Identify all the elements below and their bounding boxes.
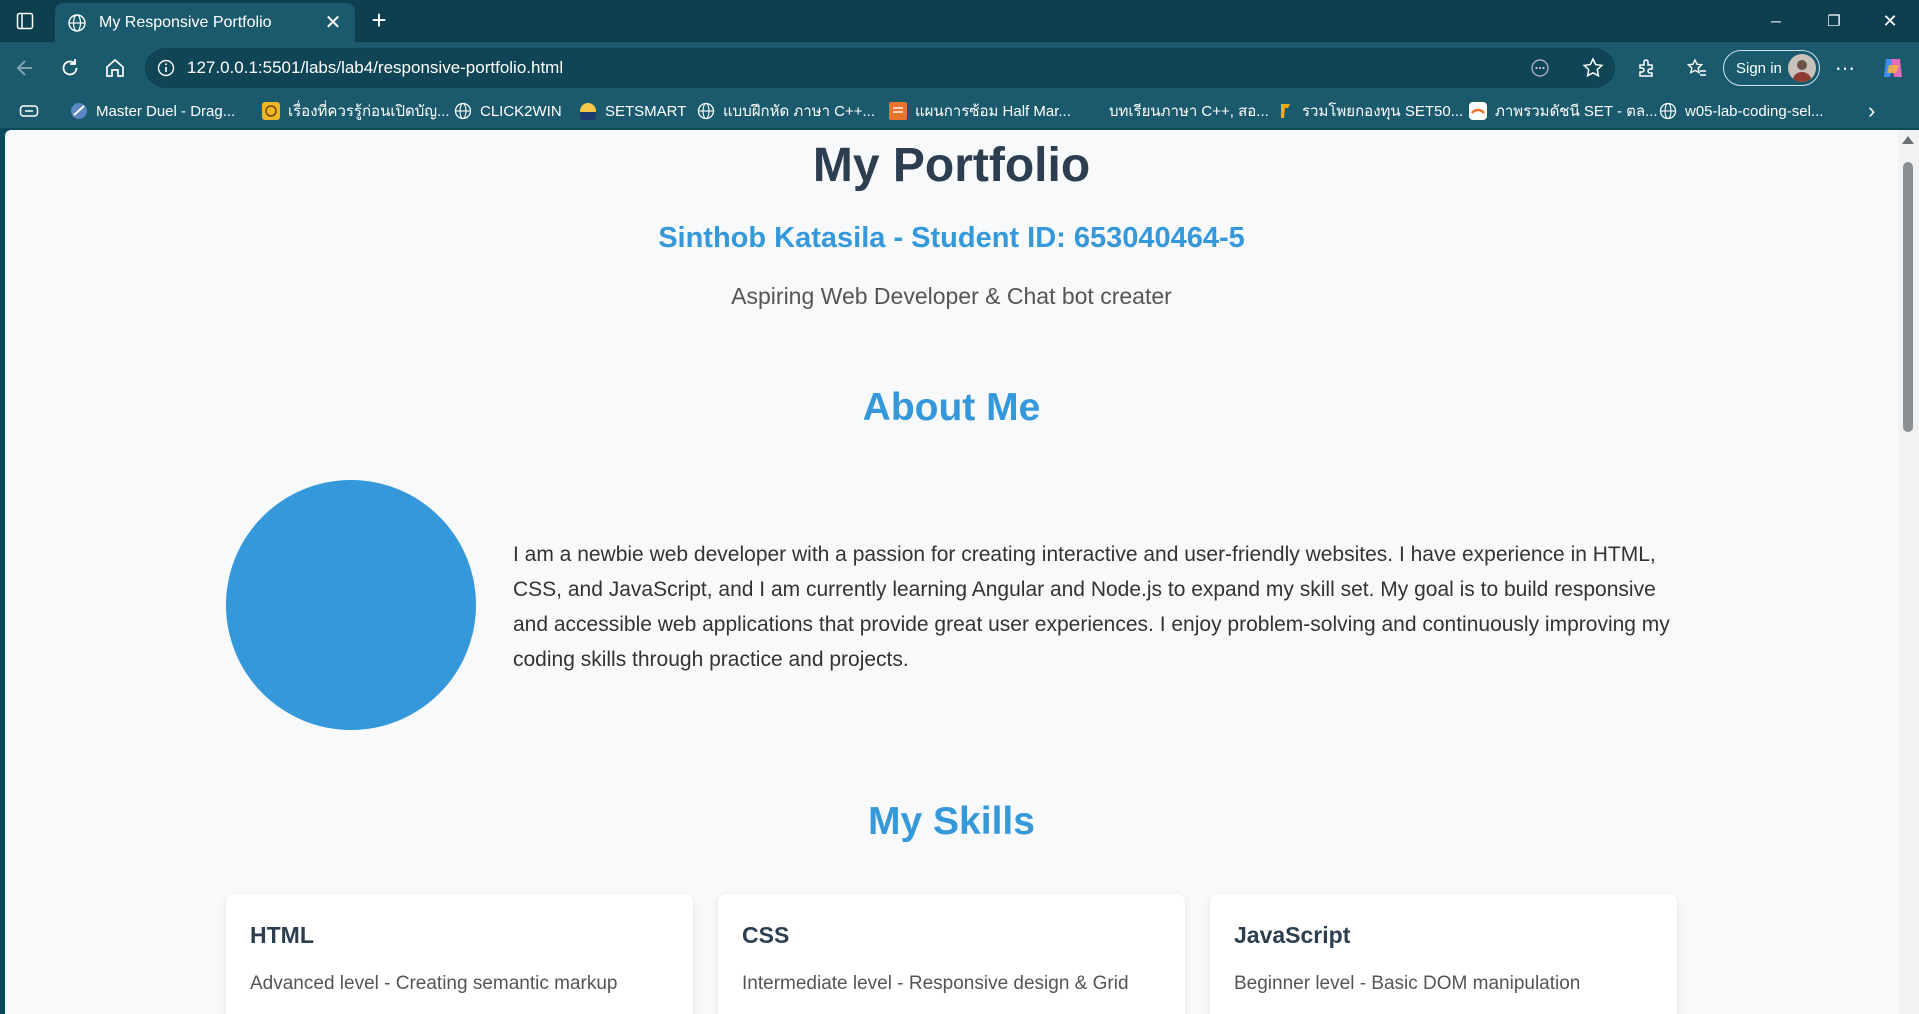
bookmarks-toggle[interactable] — [19, 100, 39, 122]
bookmark-label: Master Duel - Drag... — [96, 102, 236, 120]
bookmark-item[interactable]: แบบฝึกหัด ภาษา C++... — [697, 100, 875, 122]
bookmark-label: เรื่องที่ควรรู้ก่อนเปิดบัญ... — [288, 103, 450, 120]
bookmark-item[interactable]: ภาพรวมดัชนี SET - ตล... — [1469, 100, 1658, 122]
sign-in-button[interactable]: Sign in — [1723, 50, 1820, 86]
globe-icon — [697, 102, 715, 120]
bookmark-item[interactable]: SETSMART — [579, 100, 686, 122]
skill-description: Intermediate level - Responsive design &… — [742, 973, 1129, 994]
plan-icon — [889, 102, 907, 120]
bookmark-item[interactable]: เรื่องที่ควรรู้ก่อนเปิดบัญ... — [262, 100, 450, 122]
refresh-button[interactable] — [55, 54, 85, 82]
more-menu-button[interactable]: ⋯ — [1830, 54, 1860, 82]
avatar — [1788, 54, 1816, 82]
close-window-button[interactable]: ✕ — [1861, 0, 1919, 42]
game-icon — [70, 102, 88, 120]
scroll-up-arrow-icon[interactable] — [1902, 136, 1914, 144]
new-tab-button[interactable]: + — [365, 7, 393, 34]
home-button[interactable] — [100, 54, 130, 82]
url-text: 127.0.0.1:5501/labs/lab4/responsive-port… — [187, 58, 564, 77]
back-button[interactable] — [10, 54, 40, 82]
tab-actions-icon — [16, 12, 34, 30]
address-bar: 127.0.0.1:5501/labs/lab4/responsive-port… — [0, 42, 1919, 94]
about-text: I am a newbie web developer with a passi… — [513, 543, 1670, 671]
globe-icon — [454, 102, 472, 120]
favorites-button[interactable] — [1682, 54, 1712, 82]
bookmarks-bar: Master Duel - Drag... เรื่องที่ควรรู้ก่อ… — [0, 94, 1919, 128]
skill-name: JavaScript — [1234, 922, 1351, 948]
globe-icon — [68, 13, 86, 32]
profile-image — [226, 480, 476, 730]
address-input[interactable]: 127.0.0.1:5501/labs/lab4/responsive-port… — [145, 48, 1615, 88]
bookmark-item[interactable]: แผนการซ้อม Half Mar... — [889, 100, 1071, 122]
minimize-button[interactable]: ─ — [1747, 0, 1805, 42]
page-title: My Portfolio — [812, 139, 1091, 192]
bookmark-label: SETSMART — [605, 102, 687, 120]
refresh-icon — [62, 59, 78, 76]
star-icon[interactable] — [1582, 57, 1604, 79]
skill-description: Advanced level - Creating semantic marku… — [250, 973, 618, 994]
page-scrollbar[interactable] — [1898, 130, 1919, 1014]
bookmark-label: บทเรียนภาษา C++, สอ... — [1109, 103, 1269, 120]
scroll-thumb[interactable] — [1903, 162, 1913, 432]
minimize-icon: ─ — [1771, 13, 1781, 29]
skill-card: CSS Intermediate level - Responsive desi… — [718, 894, 1185, 1014]
bookmark-label: แบบฝึกหัด ภาษา C++... — [723, 103, 876, 120]
bookmark-item[interactable]: Master Duel - Drag... — [70, 100, 235, 122]
bookmark-item[interactable]: บทเรียนภาษา C++, สอ... — [1083, 100, 1269, 122]
setsmart-icon — [579, 102, 597, 120]
bookmarks-overflow-button[interactable]: › — [1868, 98, 1876, 123]
tab-bar: My Responsive Portfolio ✕ + ─ ❐ ✕ — [0, 0, 1919, 42]
tab-actions-button[interactable] — [10, 9, 40, 33]
skill-description: Beginner level - Basic DOM manipulation — [1234, 973, 1581, 994]
chevron-right-icon: › — [1868, 98, 1876, 123]
tab-title: My Responsive Portfolio — [99, 13, 272, 31]
skill-name: HTML — [250, 922, 314, 948]
blank-icon — [1083, 102, 1101, 120]
tab-close-icon[interactable]: ✕ — [323, 10, 343, 35]
tab-active[interactable]: My Responsive Portfolio ✕ — [55, 3, 355, 42]
bookmark-label: CLICK2WIN — [480, 102, 562, 120]
bank-icon — [262, 102, 280, 120]
student-subtitle: Sinthob Katasila - Student ID: 653040464… — [658, 222, 1245, 254]
bookmark-item[interactable]: รวมโพยกองทุน SET50... — [1276, 100, 1463, 122]
copilot-icon — [1884, 59, 1902, 77]
favorites-icon — [1686, 58, 1706, 76]
skill-name: CSS — [742, 922, 790, 948]
collections-icon — [19, 105, 39, 117]
copilot-button[interactable] — [1878, 54, 1908, 82]
page-viewport: My Portfolio Sinthob Katasila - Student … — [5, 130, 1898, 1014]
bookmark-label: รวมโพยกองทุน SET50... — [1302, 103, 1464, 120]
globe-icon — [1659, 102, 1677, 120]
about-heading: About Me — [862, 386, 1041, 429]
bookmark-item[interactable]: CLICK2WIN — [454, 100, 562, 122]
sign-in-label: Sign in — [1736, 59, 1782, 77]
tagline: Aspiring Web Developer & Chat bot create… — [731, 283, 1172, 309]
reader-icon[interactable] — [1530, 58, 1550, 78]
skill-card: HTML Advanced level - Creating semantic … — [226, 894, 693, 1014]
skill-card: JavaScript Beginner level - Basic DOM ma… — [1210, 894, 1677, 1014]
bookmark-item[interactable]: w05-lab-coding-sel... — [1659, 100, 1823, 122]
bookmark-label: w05-lab-coding-sel... — [1685, 102, 1824, 120]
restore-icon: ❐ — [1827, 13, 1841, 30]
home-icon — [106, 58, 124, 77]
fund-icon — [1276, 102, 1294, 120]
puzzle-icon — [1639, 59, 1653, 77]
skills-heading: My Skills — [868, 800, 1035, 843]
close-icon: ✕ — [1882, 10, 1898, 31]
extensions-button[interactable] — [1632, 54, 1662, 82]
set-icon — [1469, 102, 1487, 120]
bookmark-label: แผนการซ้อม Half Mar... — [915, 103, 1071, 120]
bookmark-label: ภาพรวมดัชนี SET - ตล... — [1495, 103, 1658, 120]
more-icon: ⋯ — [1835, 57, 1855, 80]
info-icon — [157, 59, 175, 77]
restore-button[interactable]: ❐ — [1805, 0, 1863, 42]
arrow-left-icon — [16, 60, 32, 76]
